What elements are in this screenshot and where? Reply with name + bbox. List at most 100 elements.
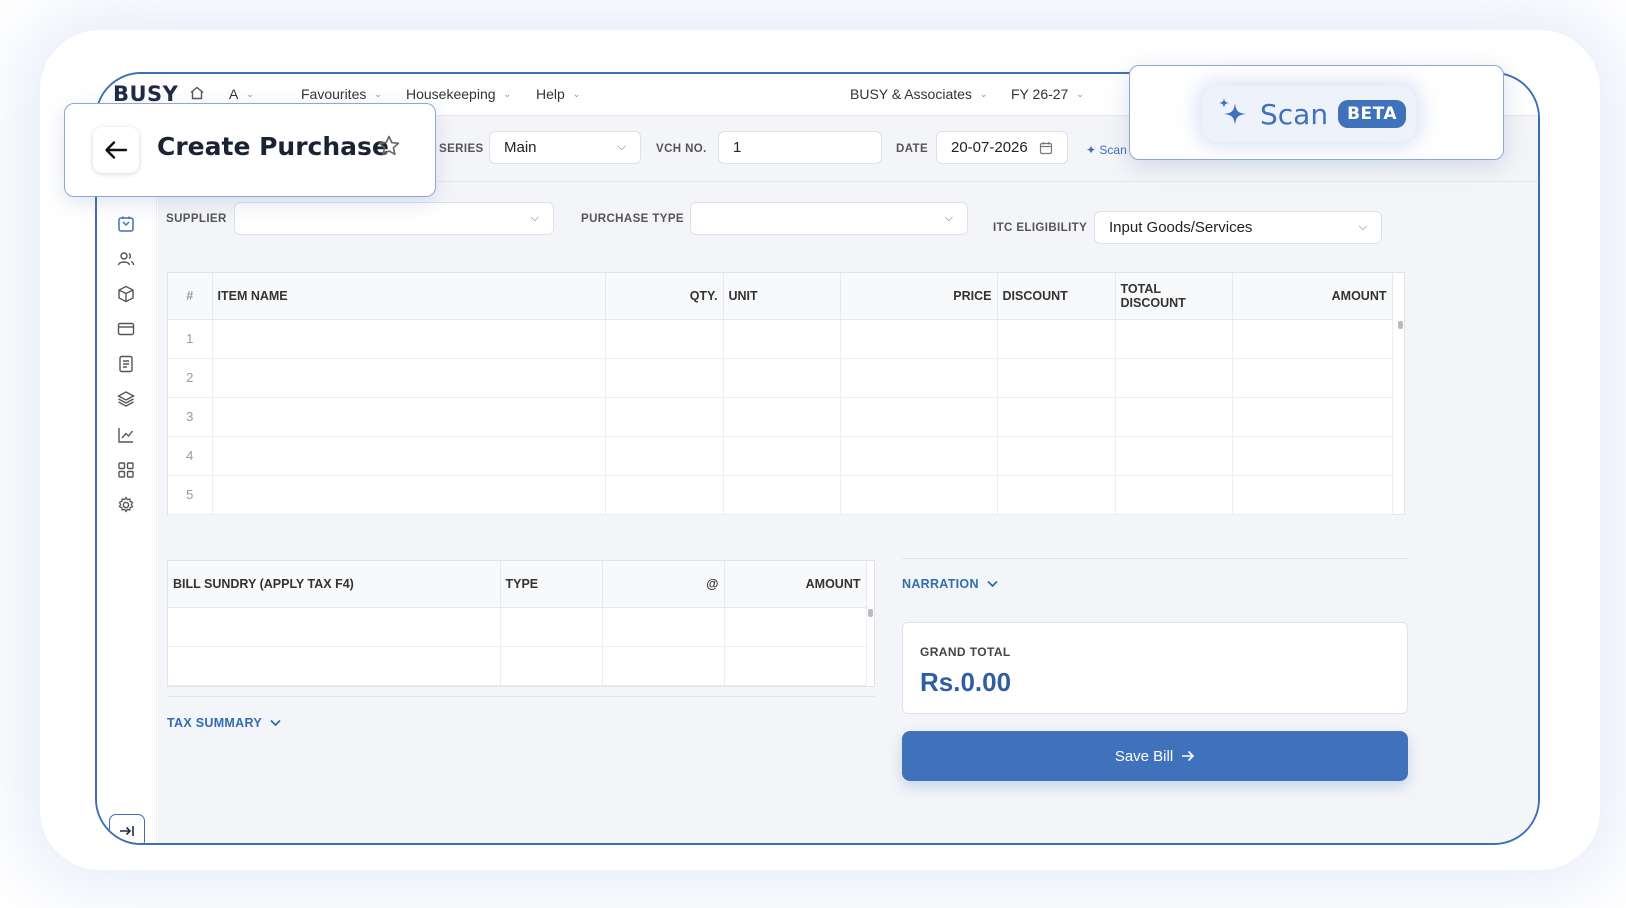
price-cell[interactable] bbox=[840, 475, 998, 515]
discount-cell[interactable] bbox=[997, 397, 1116, 437]
qty-cell[interactable] bbox=[605, 436, 724, 476]
table-row[interactable]: 2 bbox=[168, 358, 1393, 398]
amount-cell[interactable] bbox=[1232, 475, 1393, 515]
row-number: 3 bbox=[168, 397, 213, 437]
item-name-cell[interactable] bbox=[212, 358, 606, 398]
price-cell[interactable] bbox=[840, 436, 998, 476]
menu-favourites-label: Favourites bbox=[301, 86, 367, 102]
discount-cell[interactable] bbox=[997, 358, 1116, 398]
qty-cell[interactable] bbox=[605, 358, 724, 398]
layers-icon[interactable] bbox=[116, 389, 136, 409]
series-value: Main bbox=[504, 139, 537, 156]
unit-cell[interactable] bbox=[723, 397, 841, 437]
chevron-down-icon: ⌵ bbox=[944, 212, 953, 224]
amount-cell[interactable] bbox=[1232, 319, 1393, 359]
users-icon[interactable] bbox=[116, 249, 136, 269]
sundry-scrollbar[interactable] bbox=[868, 609, 873, 617]
calendar-icon[interactable] bbox=[1039, 141, 1053, 155]
amount-cell[interactable] bbox=[1232, 358, 1393, 398]
type-cell[interactable] bbox=[500, 607, 603, 647]
company-switcher[interactable]: A ⌄ bbox=[229, 86, 254, 102]
price-cell[interactable] bbox=[840, 319, 998, 359]
sundry-amount-cell[interactable] bbox=[724, 646, 867, 686]
amount-cell[interactable] bbox=[1232, 436, 1393, 476]
item-name-cell[interactable] bbox=[212, 475, 606, 515]
sundry-amount-cell[interactable] bbox=[724, 607, 867, 647]
fiscal-year-dropdown[interactable]: FY 26-27 ⌄ bbox=[1011, 86, 1084, 102]
home-icon[interactable] bbox=[189, 85, 205, 101]
item-name-cell[interactable] bbox=[212, 319, 606, 359]
col-at: @ bbox=[602, 561, 725, 608]
date-input[interactable]: 20-07-2026 bbox=[936, 131, 1068, 164]
unit-cell[interactable] bbox=[723, 358, 841, 398]
chevron-down-icon: ⌄ bbox=[979, 88, 988, 99]
vch-no-input[interactable]: 1 bbox=[718, 131, 882, 164]
row-number: 5 bbox=[168, 475, 213, 515]
company-name-dropdown[interactable]: BUSY & Associates ⌄ bbox=[850, 86, 987, 102]
itc-eligibility-value: Input Goods/Services bbox=[1109, 219, 1253, 236]
chevron-down-icon: ⌄ bbox=[374, 88, 382, 99]
scan-inline-button[interactable]: ✦ Scan bbox=[1086, 143, 1127, 157]
menu-housekeeping[interactable]: Housekeeping ⌄ bbox=[406, 86, 511, 102]
type-cell[interactable] bbox=[500, 646, 603, 686]
card-icon[interactable] bbox=[116, 319, 136, 339]
at-cell[interactable] bbox=[602, 607, 725, 647]
qty-cell[interactable] bbox=[605, 475, 724, 515]
favourite-star-icon[interactable] bbox=[377, 134, 401, 163]
col-unit: UNIT bbox=[723, 273, 841, 320]
save-bill-button[interactable]: Save Bill bbox=[902, 731, 1408, 781]
purchase-icon[interactable] bbox=[116, 214, 136, 234]
unit-cell[interactable] bbox=[723, 436, 841, 476]
table-row[interactable]: 1 bbox=[168, 319, 1393, 359]
table-row[interactable] bbox=[168, 646, 867, 686]
itc-eligibility-select[interactable]: Input Goods/Services ⌵ bbox=[1094, 211, 1382, 244]
supplier-label: SUPPLIER bbox=[166, 213, 227, 225]
col-type: TYPE bbox=[500, 561, 603, 608]
scan-label: Scan bbox=[1260, 97, 1329, 131]
unit-cell[interactable] bbox=[723, 319, 841, 359]
items-scrollbar[interactable] bbox=[1398, 321, 1403, 329]
chart-icon[interactable] bbox=[116, 425, 136, 445]
total-discount-cell[interactable] bbox=[1115, 475, 1233, 515]
tax-summary-toggle[interactable]: TAX SUMMARY bbox=[167, 716, 281, 730]
col-amount: AMOUNT bbox=[1232, 273, 1393, 320]
supplier-select[interactable]: ⌵ bbox=[234, 202, 554, 235]
narration-toggle[interactable]: NARRATION bbox=[902, 577, 998, 591]
bill-sundry-cell[interactable] bbox=[168, 607, 501, 647]
document-icon[interactable] bbox=[116, 354, 136, 374]
unit-cell[interactable] bbox=[723, 475, 841, 515]
item-name-cell[interactable] bbox=[212, 436, 606, 476]
amount-cell[interactable] bbox=[1232, 397, 1393, 437]
total-discount-cell[interactable] bbox=[1115, 436, 1233, 476]
chevron-down-icon: ⌄ bbox=[246, 88, 254, 99]
total-discount-cell[interactable] bbox=[1115, 397, 1233, 437]
discount-cell[interactable] bbox=[997, 319, 1116, 359]
qty-cell[interactable] bbox=[605, 397, 724, 437]
at-cell[interactable] bbox=[602, 646, 725, 686]
total-discount-cell[interactable] bbox=[1115, 319, 1233, 359]
bill-sundry-cell[interactable] bbox=[168, 646, 501, 686]
box-icon[interactable] bbox=[116, 284, 136, 304]
scan-button[interactable]: Scan BETA bbox=[1202, 86, 1416, 142]
settings-icon[interactable] bbox=[116, 495, 136, 515]
item-name-cell[interactable] bbox=[212, 397, 606, 437]
qty-cell[interactable] bbox=[605, 319, 724, 359]
price-cell[interactable] bbox=[840, 397, 998, 437]
itc-eligibility-label: ITC ELIGIBILITY bbox=[993, 222, 1088, 234]
series-select[interactable]: Main ⌵ bbox=[489, 131, 641, 164]
sidebar-collapse-button[interactable] bbox=[109, 814, 145, 843]
total-discount-cell[interactable] bbox=[1115, 358, 1233, 398]
discount-cell[interactable] bbox=[997, 475, 1116, 515]
price-cell[interactable] bbox=[840, 358, 998, 398]
purchase-type-select[interactable]: ⌵ bbox=[690, 202, 968, 235]
table-row[interactable] bbox=[168, 607, 867, 647]
table-row[interactable]: 3 bbox=[168, 397, 1393, 437]
table-row[interactable]: 4 bbox=[168, 436, 1393, 476]
discount-cell[interactable] bbox=[997, 436, 1116, 476]
grid-icon[interactable] bbox=[116, 460, 136, 480]
back-button[interactable] bbox=[93, 127, 139, 173]
table-row[interactable]: 5 bbox=[168, 475, 1393, 515]
tax-summary-label: TAX SUMMARY bbox=[167, 716, 262, 730]
menu-favourites[interactable]: Favourites ⌄ bbox=[301, 86, 382, 102]
menu-help[interactable]: Help ⌄ bbox=[536, 86, 580, 102]
